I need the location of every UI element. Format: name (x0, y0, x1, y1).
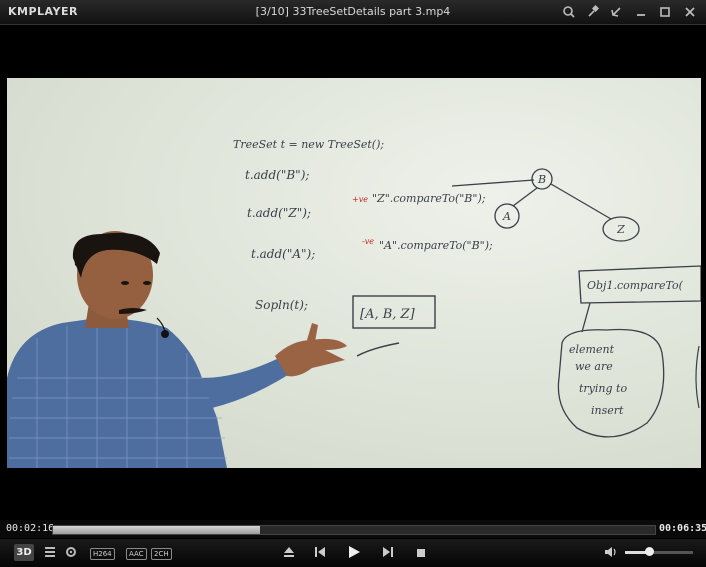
next-icon[interactable] (382, 546, 394, 561)
close-icon[interactable] (681, 3, 699, 21)
playlist-icon[interactable] (44, 545, 56, 562)
previous-icon[interactable] (314, 546, 326, 561)
eject-icon[interactable] (283, 546, 295, 561)
tree-left: A (502, 210, 511, 223)
volume-slider[interactable] (625, 547, 693, 556)
settings-icon[interactable] (64, 545, 78, 562)
code-line-2: t.add("B"); (245, 168, 309, 182)
code-line-1: TreeSet t = new TreeSet(); (233, 138, 384, 151)
cloud-line-1: element (569, 343, 615, 356)
code-line-4b: "A".compareTo("B"); (379, 239, 493, 252)
lecture-scene: TreeSet t = new TreeSet(); t.add("B"); t… (7, 138, 701, 468)
minimize-icon[interactable] (632, 3, 650, 21)
cloud-line-4: insert (591, 404, 624, 417)
stop-icon[interactable] (416, 547, 426, 561)
code-line-5: Sopln(t); (255, 298, 308, 312)
maximize-icon[interactable] (656, 3, 674, 21)
code-line-3b: "Z".compareTo("B"); (372, 192, 486, 205)
result-text: [A, B, Z] (360, 307, 416, 322)
code-line-3: t.add("Z"); (247, 206, 311, 220)
cloud-line-2: we are (575, 360, 613, 373)
tree-root: B (537, 173, 546, 186)
3d-button[interactable]: 3D (14, 544, 34, 561)
channels-badge: 2CH (151, 548, 172, 560)
pin-icon[interactable] (584, 3, 602, 21)
presenter (7, 231, 347, 468)
control-bar: 3D H264 AAC 2CH (0, 539, 706, 567)
video-frame[interactable]: TreeSet t = new TreeSet(); t.add("B"); t… (7, 78, 701, 468)
minus-annotation: -ve (362, 237, 374, 246)
search-icon[interactable] (560, 3, 578, 21)
title-bar: KMPLAYER [3/10] 33TreeSetDetails part 3.… (0, 0, 706, 25)
volume-icon[interactable] (604, 546, 618, 561)
tree-right: Z (616, 223, 625, 236)
seek-progress (53, 526, 261, 534)
cloud-line-3: trying to (579, 382, 627, 395)
plus-annotation: +ve (352, 195, 368, 204)
play-icon[interactable] (347, 545, 361, 562)
audio-badge: AAC (126, 548, 147, 560)
total-time: 00:06:35 (659, 523, 706, 534)
elapsed-time: 00:02:16 (6, 523, 55, 534)
box-text: Obj1.compareTo( (587, 279, 684, 292)
shrink-icon[interactable] (607, 3, 625, 21)
seek-bar[interactable] (52, 525, 656, 535)
codec-badge: H264 (90, 548, 115, 560)
code-line-4: t.add("A"); (251, 247, 315, 261)
